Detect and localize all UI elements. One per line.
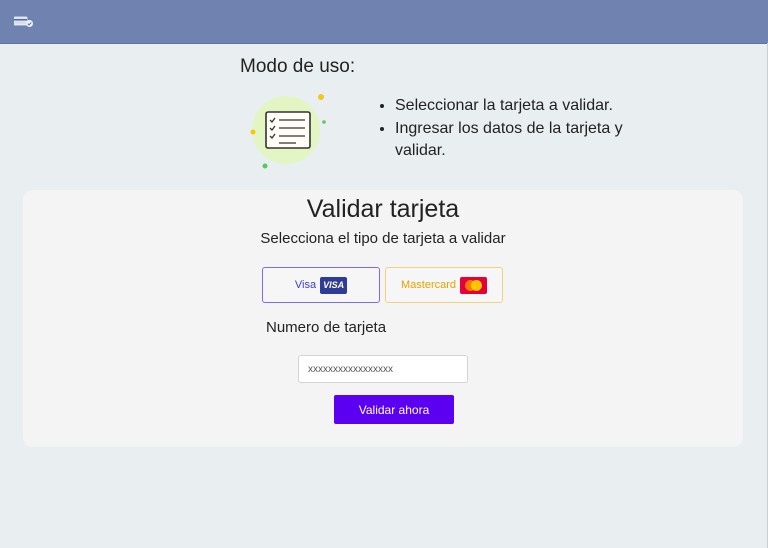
instruction-step: Seleccionar la tarjeta a validar. xyxy=(395,95,645,118)
visa-logo-text: VISA xyxy=(323,280,345,290)
card-number-label: Numero de tarjeta xyxy=(266,319,387,336)
top-navbar xyxy=(0,0,768,44)
mastercard-option-button[interactable]: Mastercard xyxy=(385,267,503,303)
card-check-logo-icon[interactable] xyxy=(14,16,34,28)
validator-subtitle: Selecciona el tipo de tarjeta a validar xyxy=(260,230,506,247)
instruction-step: Ingresar los datos de la tarjeta y valid… xyxy=(395,118,645,163)
mastercard-logo-icon xyxy=(460,276,488,294)
card-number-input[interactable] xyxy=(298,355,468,383)
validator-title: Validar tarjeta xyxy=(306,195,460,223)
instructions-steps: Seleccionar la tarjeta a validar. Ingres… xyxy=(378,95,645,163)
visa-option-label: Visa xyxy=(294,279,317,291)
checklist-icon xyxy=(250,94,326,169)
validate-now-button[interactable]: Validar ahora xyxy=(334,395,454,424)
visa-option-button[interactable]: Visa VISA xyxy=(262,267,380,303)
instructions-title: Modo de uso: xyxy=(240,56,356,77)
validator-panel: Validar tarjeta Selecciona el tipo de ta… xyxy=(23,190,743,447)
visa-logo-icon: VISA xyxy=(320,276,348,294)
mastercard-option-label: Mastercard xyxy=(400,279,457,291)
